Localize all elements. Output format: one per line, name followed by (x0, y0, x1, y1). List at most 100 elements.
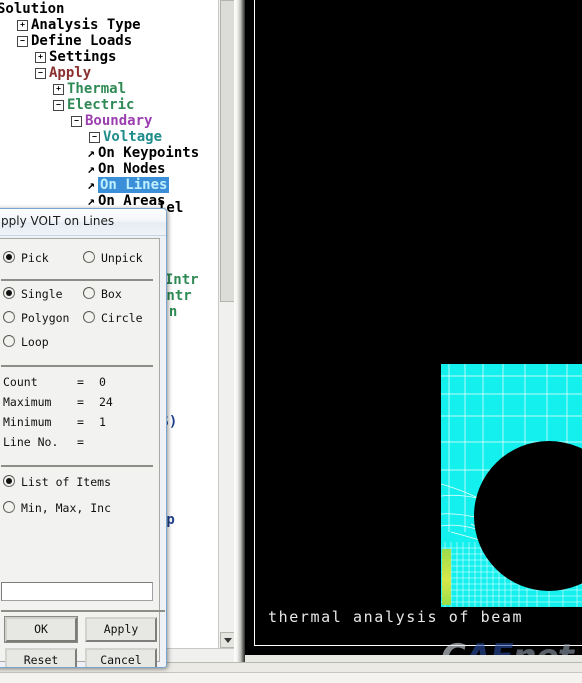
tree-item-electric[interactable]: − Electric (53, 97, 134, 113)
window-splitter[interactable] (234, 0, 245, 683)
radio-off-icon (3, 311, 15, 323)
radio-unpick[interactable]: Unpick (83, 251, 143, 265)
radio-off-icon (83, 311, 95, 323)
tree-item-label: Boundary (85, 113, 153, 129)
tree-item-label: Analysis Type (31, 17, 141, 33)
apply-button[interactable]: Apply (85, 617, 157, 642)
readout-minimum: Minimum = 1 (0, 415, 159, 435)
watermark-part-3: net (513, 637, 575, 655)
shortcut-arrow-icon: ↗ (87, 146, 95, 161)
finite-element-mesh (441, 364, 582, 607)
tree-item-label: Solution (0, 1, 65, 17)
radio-single[interactable]: Single (3, 287, 63, 301)
radio-list-of-items[interactable]: List of Items (3, 475, 111, 489)
tree-item-boundary[interactable]: − Boundary (71, 113, 152, 129)
readout-key: Maximum (3, 395, 52, 409)
tree-item-thermal[interactable]: + Thermal (53, 81, 126, 97)
reset-button[interactable]: Reset (5, 648, 77, 667)
graphics-window[interactable]: thermal analysis of beam CAEnet (245, 0, 582, 655)
tree-item-label: Electric (67, 97, 135, 113)
tree-item-voltage[interactable]: − Voltage (89, 129, 162, 145)
ok-button[interactable]: OK (5, 617, 77, 642)
radio-label: Single (21, 287, 63, 301)
tree-item-on-keypoints[interactable]: ↗ On Keypoints (87, 145, 199, 162)
divider (1, 465, 153, 467)
tree-item-define-loads[interactable]: − Define Loads (17, 33, 132, 49)
tree-item-label: Voltage (103, 129, 163, 145)
line-list-input[interactable] (1, 582, 153, 601)
radio-on-icon (3, 475, 15, 487)
collapse-minus-icon[interactable]: − (53, 100, 64, 111)
readout-key: Minimum (3, 415, 52, 429)
tree-item-label: Define Loads (31, 33, 133, 49)
dialog-body: Pick Unpick Single Box Polygon Circle Lo… (0, 238, 165, 667)
status-strip-lower (0, 672, 582, 683)
collapse-minus-icon[interactable]: − (35, 68, 46, 79)
pick-readouts: Count = 0 Maximum = 24 Minimum = 1 Line No. = (0, 375, 159, 455)
readout-eq: = (77, 375, 84, 389)
collapse-minus-icon[interactable]: − (89, 132, 100, 143)
pick-mode-group: Pick Unpick (0, 249, 159, 273)
collapse-minus-icon[interactable]: − (17, 36, 28, 47)
tree-item-label: On Areas (98, 193, 166, 209)
radio-polygon[interactable]: Polygon (3, 311, 69, 325)
radio-circle[interactable]: Circle (83, 311, 143, 325)
radio-label: List of Items (21, 475, 112, 489)
watermark-part-1: C (441, 637, 466, 655)
radio-label: Loop (21, 335, 49, 349)
radio-off-icon (83, 287, 95, 299)
radio-label: Circle (101, 311, 143, 325)
readout-key: Count (3, 375, 38, 389)
tree-item-solution[interactable]: Solution (0, 1, 64, 17)
readout-eq: = (77, 395, 84, 409)
tree-item-on-nodes[interactable]: ↗ On Nodes (87, 161, 165, 178)
plot-title: thermal analysis of beam (268, 608, 524, 626)
readout-value: 24 (99, 395, 113, 409)
readout-eq: = (77, 435, 84, 449)
expand-plus-icon[interactable]: + (35, 52, 46, 63)
readout-key: Line No. (3, 435, 59, 449)
readout-eq: = (77, 415, 84, 429)
radio-off-icon (3, 501, 15, 513)
divider (1, 365, 153, 367)
readout-count: Count = 0 (0, 375, 159, 395)
radio-label: Box (101, 287, 122, 301)
radio-label: Pick (21, 251, 49, 265)
tree-item-label: On Lines (98, 177, 170, 193)
tree-item-apply[interactable]: − Apply (35, 65, 91, 81)
radio-pick[interactable]: Pick (3, 251, 49, 265)
readout-value: 0 (99, 375, 106, 389)
cancel-button[interactable]: Cancel (85, 648, 157, 667)
highlighted-element (442, 549, 451, 605)
tree-item-analysis-type[interactable]: + Analysis Type (17, 17, 141, 33)
tree-item-label: Settings (49, 49, 117, 65)
shape-mode-group: Single Box Polygon Circle Loop (0, 287, 159, 359)
readout-maximum: Maximum = 24 (0, 395, 159, 415)
divider (1, 279, 153, 281)
radio-label: Min, Max, Inc (21, 501, 112, 515)
divider (1, 610, 165, 612)
radio-off-icon (3, 335, 15, 347)
tree-item-label: Thermal (67, 81, 127, 97)
readout-value: 1 (99, 415, 106, 429)
radio-label: Polygon (21, 311, 70, 325)
readout-line-no: Line No. = (0, 435, 159, 455)
radio-box[interactable]: Box (83, 287, 122, 301)
expand-plus-icon[interactable]: + (53, 84, 64, 95)
radio-label: Unpick (101, 251, 143, 265)
radio-off-icon (83, 251, 95, 263)
expand-plus-icon[interactable]: + (17, 20, 28, 31)
radio-loop[interactable]: Loop (3, 335, 49, 349)
apply-volt-on-lines-dialog[interactable]: pply VOLT on Lines Pick Unpick Single Bo… (0, 208, 167, 668)
screen: lel e Intr Intr t'n MS) Up Solution +Ana… (0, 0, 582, 683)
watermark-part-2: AE (465, 637, 514, 655)
radio-min-max-inc[interactable]: Min, Max, Inc (3, 501, 111, 515)
caenet-watermark: CAEnet (441, 637, 575, 655)
tree-item-settings[interactable]: + Settings (35, 49, 116, 65)
entry-mode-group: List of Items Min, Max, Inc (0, 475, 159, 523)
tree-vertical-scrollbar[interactable] (218, 0, 236, 648)
dialog-title-bar[interactable]: pply VOLT on Lines (0, 209, 166, 236)
radio-on-icon (3, 251, 15, 263)
collapse-minus-icon[interactable]: − (71, 116, 82, 127)
tree-item-on-lines[interactable]: ↗ On Lines (87, 177, 170, 194)
